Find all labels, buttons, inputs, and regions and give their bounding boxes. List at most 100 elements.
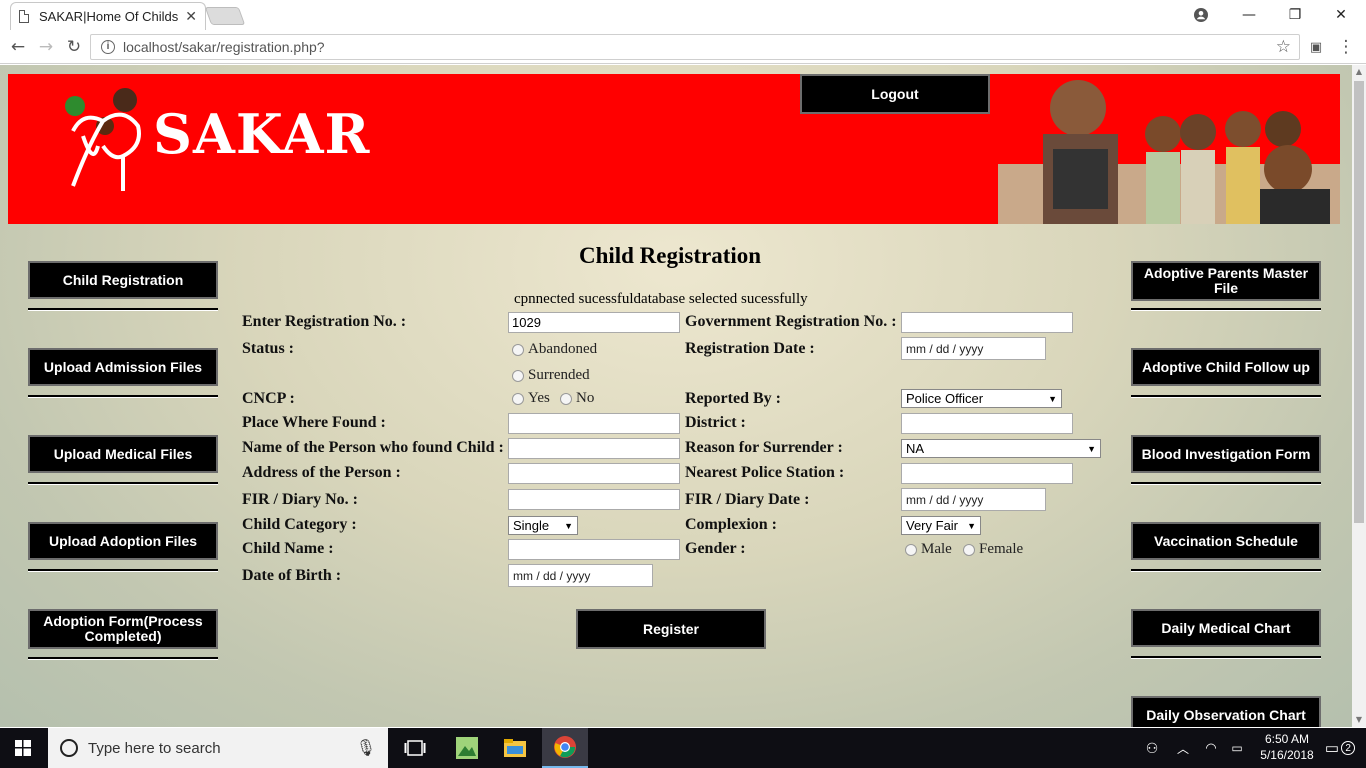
nav-upload-adoption-files[interactable]: Upload Adoption Files (28, 522, 218, 560)
notification-count: 2 (1341, 741, 1356, 755)
header-banner: SAKAR (8, 74, 1340, 224)
reg-no-input[interactable]: 1029 (508, 312, 680, 333)
address-input[interactable] (508, 463, 680, 484)
dob-input[interactable]: mm / dd / yyyy (508, 564, 653, 587)
chrome-icon[interactable] (542, 728, 588, 768)
fir-date-label: FIR / Diary Date : (685, 491, 810, 508)
place-found-label: Place Where Found : (242, 414, 386, 431)
nav-divider (28, 569, 218, 572)
register-button[interactable]: Register (576, 609, 766, 649)
status-abandoned-radio[interactable]: Abandoned (512, 341, 597, 358)
complexion-select[interactable]: Very Fair ▼ (901, 516, 981, 535)
minimize-icon[interactable]: — (1226, 0, 1272, 30)
fir-no-input[interactable] (508, 489, 680, 510)
taskbar-clock[interactable]: 6:50 AM 5/16/2018 (1252, 731, 1322, 763)
nav-divider (28, 395, 218, 398)
nav-adoptive-parents-master-file[interactable]: Adoptive Parents Master File (1131, 261, 1321, 301)
info-icon[interactable]: i (101, 40, 115, 54)
nav-divider (1131, 656, 1321, 659)
microphone-icon[interactable]: 🎙 (356, 738, 376, 758)
address-label: Address of the Person : (242, 464, 401, 481)
sakar-logo (65, 88, 141, 191)
nav-divider (1131, 569, 1321, 572)
logout-button[interactable]: Logout (800, 74, 990, 114)
profile-icon[interactable] (1178, 0, 1224, 30)
nav-divider (1131, 482, 1321, 485)
browser-tab[interactable]: SAKAR|Home Of Childs ✕ (10, 2, 206, 30)
bookmark-star-icon[interactable]: ☆ (1276, 37, 1291, 57)
new-tab-button[interactable] (204, 7, 246, 25)
close-window-icon[interactable]: ✕ (1318, 0, 1364, 30)
address-bar[interactable]: i localhost/sakar/registration.php? ☆ (90, 34, 1300, 60)
scroll-thumb[interactable] (1354, 81, 1364, 523)
url-text: localhost/sakar/registration.php? (123, 39, 325, 55)
chevron-up-icon[interactable]: ︿ (1168, 728, 1198, 768)
nav-blood-investigation-form[interactable]: Blood Investigation Form (1131, 435, 1321, 473)
nav-divider (28, 657, 218, 660)
task-view-icon[interactable] (392, 728, 438, 768)
nav-adoption-form[interactable]: Adoption Form(Process Completed) (28, 609, 218, 649)
children-photo (998, 74, 1340, 224)
windows-start-icon[interactable] (0, 728, 46, 768)
forward-icon[interactable]: → (34, 35, 58, 59)
nav-divider (28, 482, 218, 485)
finder-name-input[interactable] (508, 438, 680, 459)
search-placeholder: Type here to search (88, 739, 221, 757)
chevron-down-icon: ▼ (564, 520, 573, 531)
reg-date-label: Registration Date : (685, 340, 815, 357)
cncp-yes-radio[interactable]: Yes (512, 390, 550, 407)
chevron-down-icon: ▼ (967, 520, 976, 531)
close-tab-icon[interactable]: ✕ (185, 8, 197, 25)
nav-divider (1131, 308, 1321, 311)
gov-reg-no-input[interactable] (901, 312, 1073, 333)
reg-no-label: Enter Registration No. : (242, 313, 407, 330)
place-found-input[interactable] (508, 413, 680, 434)
back-icon[interactable]: ← (6, 35, 30, 59)
clock-date: 5/16/2018 (1260, 748, 1314, 762)
fir-date-input[interactable]: mm / dd / yyyy (901, 488, 1046, 511)
gender-male-radio[interactable]: Male (905, 541, 952, 558)
nav-upload-medical-files[interactable]: Upload Medical Files (28, 435, 218, 473)
cortana-icon (60, 739, 78, 757)
scroll-down-icon[interactable]: ▼ (1352, 713, 1366, 727)
fir-no-label: FIR / Diary No. : (242, 491, 358, 508)
people-icon[interactable]: ⚇ (1132, 728, 1172, 768)
page-title: Child Registration (578, 243, 762, 268)
cncp-no-radio[interactable]: No (560, 390, 594, 407)
nav-adoptive-child-follow-up[interactable]: Adoptive Child Follow up (1131, 348, 1321, 386)
nav-child-registration[interactable]: Child Registration (28, 261, 218, 299)
district-input[interactable] (901, 413, 1073, 434)
reason-select[interactable]: NA ▼ (901, 439, 1101, 458)
taskbar-search[interactable]: Type here to search 🎙 (48, 728, 388, 768)
page-icon (19, 10, 29, 23)
scroll-up-icon[interactable]: ▲ (1352, 65, 1366, 79)
reported-by-select[interactable]: Police Officer ▼ (901, 389, 1062, 408)
reported-by-label: Reported By : (685, 390, 781, 407)
police-station-input[interactable] (901, 463, 1073, 484)
page-scrollbar[interactable]: ▲ ▼ (1352, 65, 1366, 727)
gender-female-radio[interactable]: Female (963, 541, 1023, 558)
complexion-label: Complexion : (685, 516, 777, 533)
menu-icon[interactable]: ⋮ (1334, 35, 1358, 59)
status-surrended-radio[interactable]: Surrended (512, 367, 590, 384)
nav-daily-observation-chart[interactable]: Daily Observation Chart (1131, 696, 1321, 727)
police-station-label: Nearest Police Station : (685, 464, 845, 481)
nav-daily-medical-chart[interactable]: Daily Medical Chart (1131, 609, 1321, 647)
restore-icon[interactable]: ❐ (1272, 0, 1318, 30)
district-label: District : (685, 414, 746, 431)
nav-upload-admission-files[interactable]: Upload Admission Files (28, 348, 218, 386)
extension-icon[interactable]: ▣ (1304, 35, 1328, 59)
notification-icon[interactable]: ▭ 2 (1320, 728, 1360, 768)
reload-icon[interactable]: ↻ (62, 35, 86, 59)
nav-vaccination-schedule[interactable]: Vaccination Schedule (1131, 522, 1321, 560)
category-select[interactable]: Single ▼ (508, 516, 578, 535)
child-name-input[interactable] (508, 539, 680, 560)
battery-icon[interactable]: ▭ (1222, 728, 1252, 768)
chevron-down-icon: ▼ (1048, 393, 1057, 404)
clock-time: 6:50 AM (1264, 732, 1310, 746)
chevron-down-icon: ▼ (1087, 443, 1096, 454)
nav-divider (1131, 395, 1321, 398)
reg-date-input[interactable]: mm / dd / yyyy (901, 337, 1046, 360)
photos-app-icon[interactable] (444, 728, 490, 768)
file-explorer-icon[interactable] (492, 728, 538, 768)
